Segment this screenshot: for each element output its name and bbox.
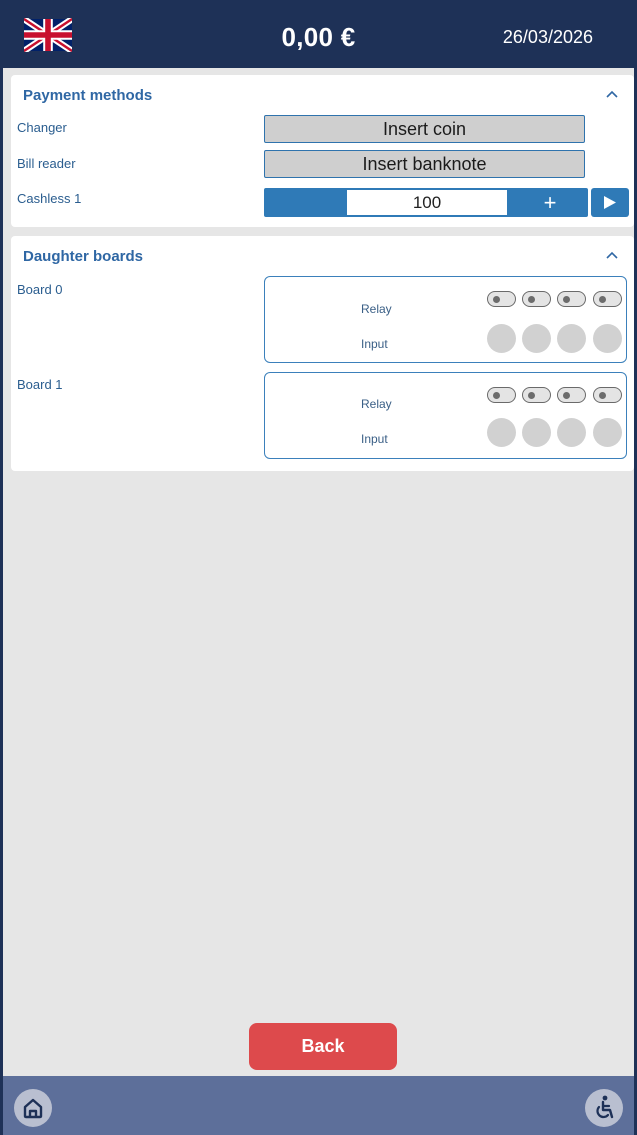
play-icon <box>604 196 616 209</box>
board-1-label: Board 1 <box>17 377 63 392</box>
relay-toggle-4[interactable] <box>593 291 622 307</box>
cashless-label: Cashless 1 <box>17 191 82 206</box>
input-label: Input <box>361 337 388 351</box>
cashless-stepper: 100 + <box>264 188 588 217</box>
chevron-up-icon[interactable] <box>604 88 620 100</box>
input-indicator-2 <box>522 418 551 447</box>
input-indicator-3 <box>557 324 586 353</box>
input-indicator-1 <box>487 324 516 353</box>
cashless-submit-button[interactable] <box>591 188 629 217</box>
current-date: 26/03/2026 <box>502 27 593 47</box>
relay-label: Relay <box>361 397 392 411</box>
board-0-panel: Relay Input <box>264 276 627 363</box>
home-button[interactable] <box>14 1089 52 1127</box>
relay-toggle-2[interactable] <box>522 291 551 307</box>
input-indicator-1 <box>487 418 516 447</box>
insert-banknote-button[interactable]: Insert banknote <box>264 150 585 178</box>
input-indicator-2 <box>522 324 551 353</box>
relay-toggle-3[interactable] <box>557 291 586 307</box>
top-bar: 0,00 € 26/03/2026 <box>0 0 637 68</box>
relay-label: Relay <box>361 302 392 316</box>
board-0-label: Board 0 <box>17 282 63 297</box>
cashless-amount-field[interactable]: 100 <box>347 190 507 215</box>
input-indicator-4 <box>593 418 622 447</box>
input-label: Input <box>361 432 388 446</box>
board-1-panel: Relay Input <box>264 372 627 459</box>
changer-label: Changer <box>17 120 67 135</box>
relay-toggle-1[interactable] <box>487 291 516 307</box>
relay-toggle-4[interactable] <box>593 387 622 403</box>
back-button[interactable]: Back <box>249 1023 397 1070</box>
wheelchair-icon <box>596 1095 614 1119</box>
relay-toggle-1[interactable] <box>487 387 516 403</box>
daughter-boards-title: Daughter boards <box>23 248 144 265</box>
payment-methods-card: Payment methods Changer Insert coin Bill… <box>11 75 634 227</box>
bill-reader-label: Bill reader <box>17 156 76 171</box>
cashless-increment-button[interactable]: + <box>530 188 570 217</box>
chevron-up-icon[interactable] <box>604 249 620 261</box>
input-indicator-3 <box>557 418 586 447</box>
accessibility-button[interactable] <box>585 1089 623 1127</box>
payment-methods-title: Payment methods <box>23 87 153 104</box>
input-indicator-4 <box>593 324 622 353</box>
relay-toggle-2[interactable] <box>522 387 551 403</box>
daughter-boards-card: Daughter boards Board 0 Relay Input Boar… <box>11 236 634 471</box>
insert-coin-button[interactable]: Insert coin <box>264 115 585 143</box>
home-icon <box>23 1098 43 1119</box>
relay-toggle-3[interactable] <box>557 387 586 403</box>
bottom-navigation-bar <box>0 1076 637 1135</box>
